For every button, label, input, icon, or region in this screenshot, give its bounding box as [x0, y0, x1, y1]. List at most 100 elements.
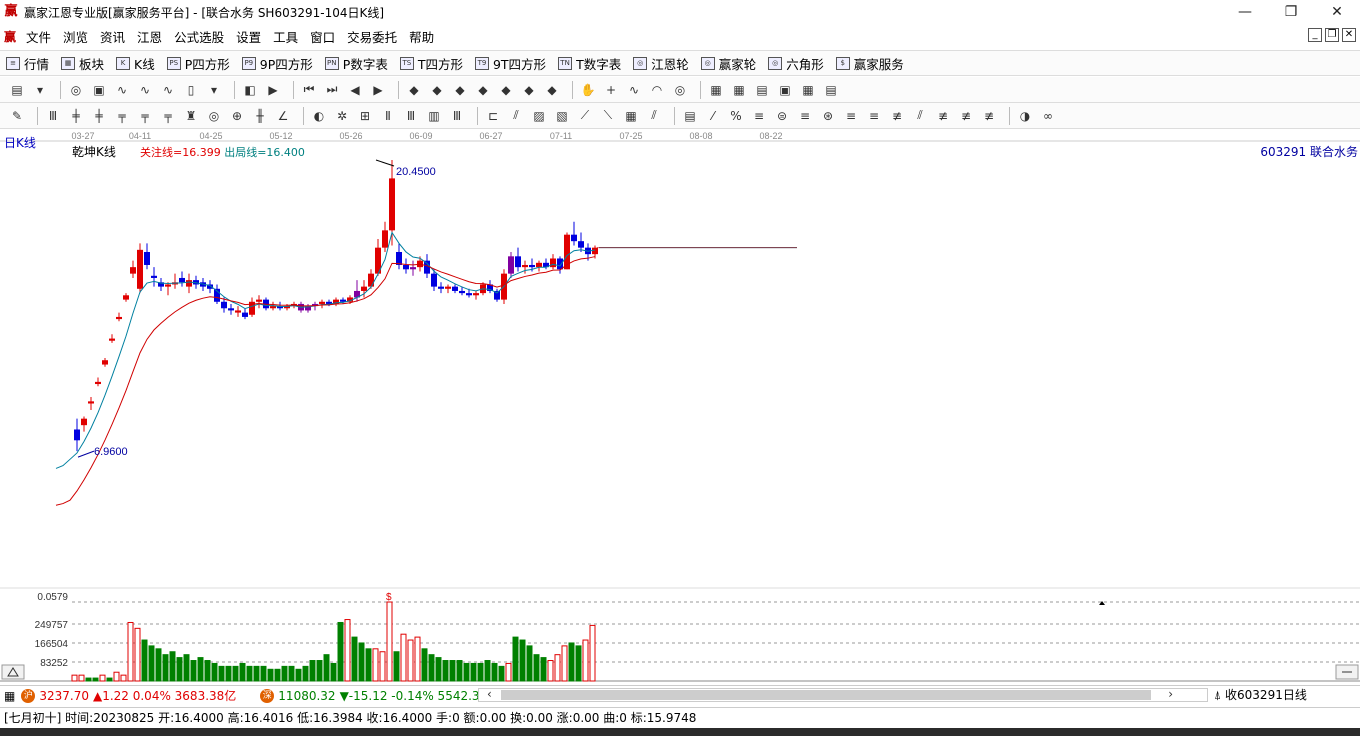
draw-tool-2-icon[interactable]: Ⅲ: [44, 107, 62, 125]
nav-tool-5-icon[interactable]: ∿: [113, 81, 131, 99]
toolbar-button-10[interactable]: ◎ 赢家轮: [695, 54, 763, 73]
nav-tool-6-icon[interactable]: ∿: [136, 81, 154, 99]
menu-item-6[interactable]: 工具: [267, 27, 304, 46]
mdi-restore-icon[interactable]: ❐: [1325, 28, 1339, 42]
nav-tool-4-icon[interactable]: ▣: [90, 81, 108, 99]
draw-tool-18-icon[interactable]: Ⅲ: [402, 107, 420, 125]
nav-tool-8-icon[interactable]: ▯: [182, 81, 200, 99]
draw-tool-9-icon[interactable]: ◎: [205, 107, 223, 125]
menu-item-4[interactable]: 公式选股: [168, 27, 230, 46]
draw-tool-33-icon[interactable]: %: [727, 107, 745, 125]
menu-item-9[interactable]: 帮助: [403, 27, 440, 46]
tab-day-kline[interactable]: 日K线: [4, 134, 36, 151]
nav-tool-29-icon[interactable]: ∿: [625, 81, 643, 99]
toolbar-button-7[interactable]: T9 9T四方形: [469, 54, 552, 73]
nav-tool-36-icon[interactable]: ▣: [776, 81, 794, 99]
draw-tool-10-icon[interactable]: ⊕: [228, 107, 246, 125]
nav-tool-37-icon[interactable]: ▦: [799, 81, 817, 99]
nav-tool-34-icon[interactable]: ▦: [730, 81, 748, 99]
draw-tool-42-icon[interactable]: ≢: [934, 107, 952, 125]
nav-tool-21-icon[interactable]: ◆: [451, 81, 469, 99]
draw-tool-15-icon[interactable]: ✲: [333, 107, 351, 125]
draw-tool-5-icon[interactable]: ╤: [113, 107, 131, 125]
draw-tool-4-icon[interactable]: ╪: [90, 107, 108, 125]
draw-tool-23-icon[interactable]: ⫽: [507, 107, 525, 125]
draw-tool-7-icon[interactable]: ╤: [159, 107, 177, 125]
nav-tool-28-icon[interactable]: +: [602, 81, 620, 99]
nav-tool-12-icon[interactable]: ▶: [264, 81, 282, 99]
draw-tool-16-icon[interactable]: ⊞: [356, 107, 374, 125]
minimize-icon[interactable]: —: [1222, 0, 1268, 24]
menu-item-7[interactable]: 窗口: [304, 27, 341, 46]
draw-tool-19-icon[interactable]: ▥: [425, 107, 443, 125]
nav-tool-14-icon[interactable]: ⏮: [300, 81, 318, 99]
draw-tool-26-icon[interactable]: ⟋: [576, 107, 594, 125]
menu-item-0[interactable]: 文件: [20, 27, 57, 46]
draw-tool-20-icon[interactable]: Ⅲ: [448, 107, 466, 125]
draw-tool-35-icon[interactable]: ⊜: [773, 107, 791, 125]
nav-tool-3-icon[interactable]: ◎: [67, 81, 85, 99]
kline-chart[interactable]: 03-27 04-11 04-25 05-12 05-26 06-09 06-27 07-11…: [0, 129, 1360, 683]
menu-item-3[interactable]: 江恩: [131, 27, 168, 46]
chart-scrollbar[interactable]: ‹ ›: [478, 687, 1208, 702]
draw-tool-27-icon[interactable]: ⟍: [599, 107, 617, 125]
menu-item-1[interactable]: 浏览: [57, 27, 94, 46]
draw-tool-36-icon[interactable]: ≡: [796, 107, 814, 125]
toolbar-button-2[interactable]: K K线: [110, 54, 161, 73]
draw-tool-40-icon[interactable]: ≢: [888, 107, 906, 125]
nav-tool-1-icon[interactable]: ▾: [31, 81, 49, 99]
draw-tool-14-icon[interactable]: ◐: [310, 107, 328, 125]
draw-tool-32-icon[interactable]: ⁄: [704, 107, 722, 125]
menu-item-5[interactable]: 设置: [230, 27, 267, 46]
menu-item-8[interactable]: 交易委托: [341, 27, 403, 46]
draw-tool-34-icon[interactable]: ≡: [750, 107, 768, 125]
toolbar-button-12[interactable]: $ 赢家服务: [830, 54, 910, 73]
nav-tool-19-icon[interactable]: ◆: [405, 81, 423, 99]
draw-tool-0-icon[interactable]: ✎: [8, 107, 26, 125]
draw-tool-43-icon[interactable]: ≢: [957, 107, 975, 125]
toolbar-button-3[interactable]: PS P四方形: [161, 54, 236, 73]
draw-tool-3-icon[interactable]: ╪: [67, 107, 85, 125]
menu-item-2[interactable]: 资讯: [94, 27, 131, 46]
scroll-thumb[interactable]: [501, 690, 1151, 700]
draw-tool-37-icon[interactable]: ⊛: [819, 107, 837, 125]
toolbar-button-0[interactable]: ≡ 行情: [0, 54, 55, 73]
toolbar-button-8[interactable]: TN T数字表: [552, 54, 627, 73]
nav-tool-0-icon[interactable]: ▤: [8, 81, 26, 99]
restore-icon[interactable]: ❐: [1268, 0, 1314, 24]
nav-tool-16-icon[interactable]: ◀: [346, 81, 364, 99]
nav-tool-35-icon[interactable]: ▤: [753, 81, 771, 99]
nav-tool-27-icon[interactable]: ✋: [579, 81, 597, 99]
close-icon[interactable]: ✕: [1314, 0, 1360, 24]
nav-tool-23-icon[interactable]: ◆: [497, 81, 515, 99]
draw-tool-8-icon[interactable]: ♜: [182, 107, 200, 125]
nav-tool-24-icon[interactable]: ◆: [520, 81, 538, 99]
nav-tool-31-icon[interactable]: ◎: [671, 81, 689, 99]
nav-tool-20-icon[interactable]: ◆: [428, 81, 446, 99]
toolbar-button-1[interactable]: ▦ 板块: [55, 54, 110, 73]
draw-tool-22-icon[interactable]: ⊏: [484, 107, 502, 125]
draw-tool-29-icon[interactable]: ⫽: [645, 107, 663, 125]
scroll-right-icon[interactable]: ›: [1168, 687, 1173, 701]
draw-tool-39-icon[interactable]: ≡: [865, 107, 883, 125]
mdi-minimize-icon[interactable]: _: [1308, 28, 1322, 42]
draw-tool-41-icon[interactable]: ⫽: [911, 107, 929, 125]
draw-tool-17-icon[interactable]: Ⅱ: [379, 107, 397, 125]
nav-tool-33-icon[interactable]: ▦: [707, 81, 725, 99]
toolbar-button-6[interactable]: TS T四方形: [394, 54, 469, 73]
grid-icon[interactable]: ▦: [4, 689, 15, 703]
nav-tool-17-icon[interactable]: ▶: [369, 81, 387, 99]
toolbar-button-11[interactable]: ◎ 六角形: [762, 54, 830, 73]
draw-tool-47-icon[interactable]: ∞: [1039, 107, 1057, 125]
draw-tool-46-icon[interactable]: ◑: [1016, 107, 1034, 125]
toolbar-button-4[interactable]: P9 9P四方形: [236, 54, 319, 73]
draw-tool-31-icon[interactable]: ▤: [681, 107, 699, 125]
toolbar-button-9[interactable]: ◎ 江恩轮: [627, 54, 695, 73]
nav-tool-25-icon[interactable]: ◆: [543, 81, 561, 99]
chart-area[interactable]: 03-27 04-11 04-25 05-12 05-26 06-09 06-27 07-11…: [0, 129, 1360, 683]
nav-tool-22-icon[interactable]: ◆: [474, 81, 492, 99]
draw-tool-25-icon[interactable]: ▧: [553, 107, 571, 125]
toolbar-button-5[interactable]: PN P数字表: [319, 54, 394, 73]
nav-tool-7-icon[interactable]: ∿: [159, 81, 177, 99]
nav-tool-11-icon[interactable]: ◧: [241, 81, 259, 99]
